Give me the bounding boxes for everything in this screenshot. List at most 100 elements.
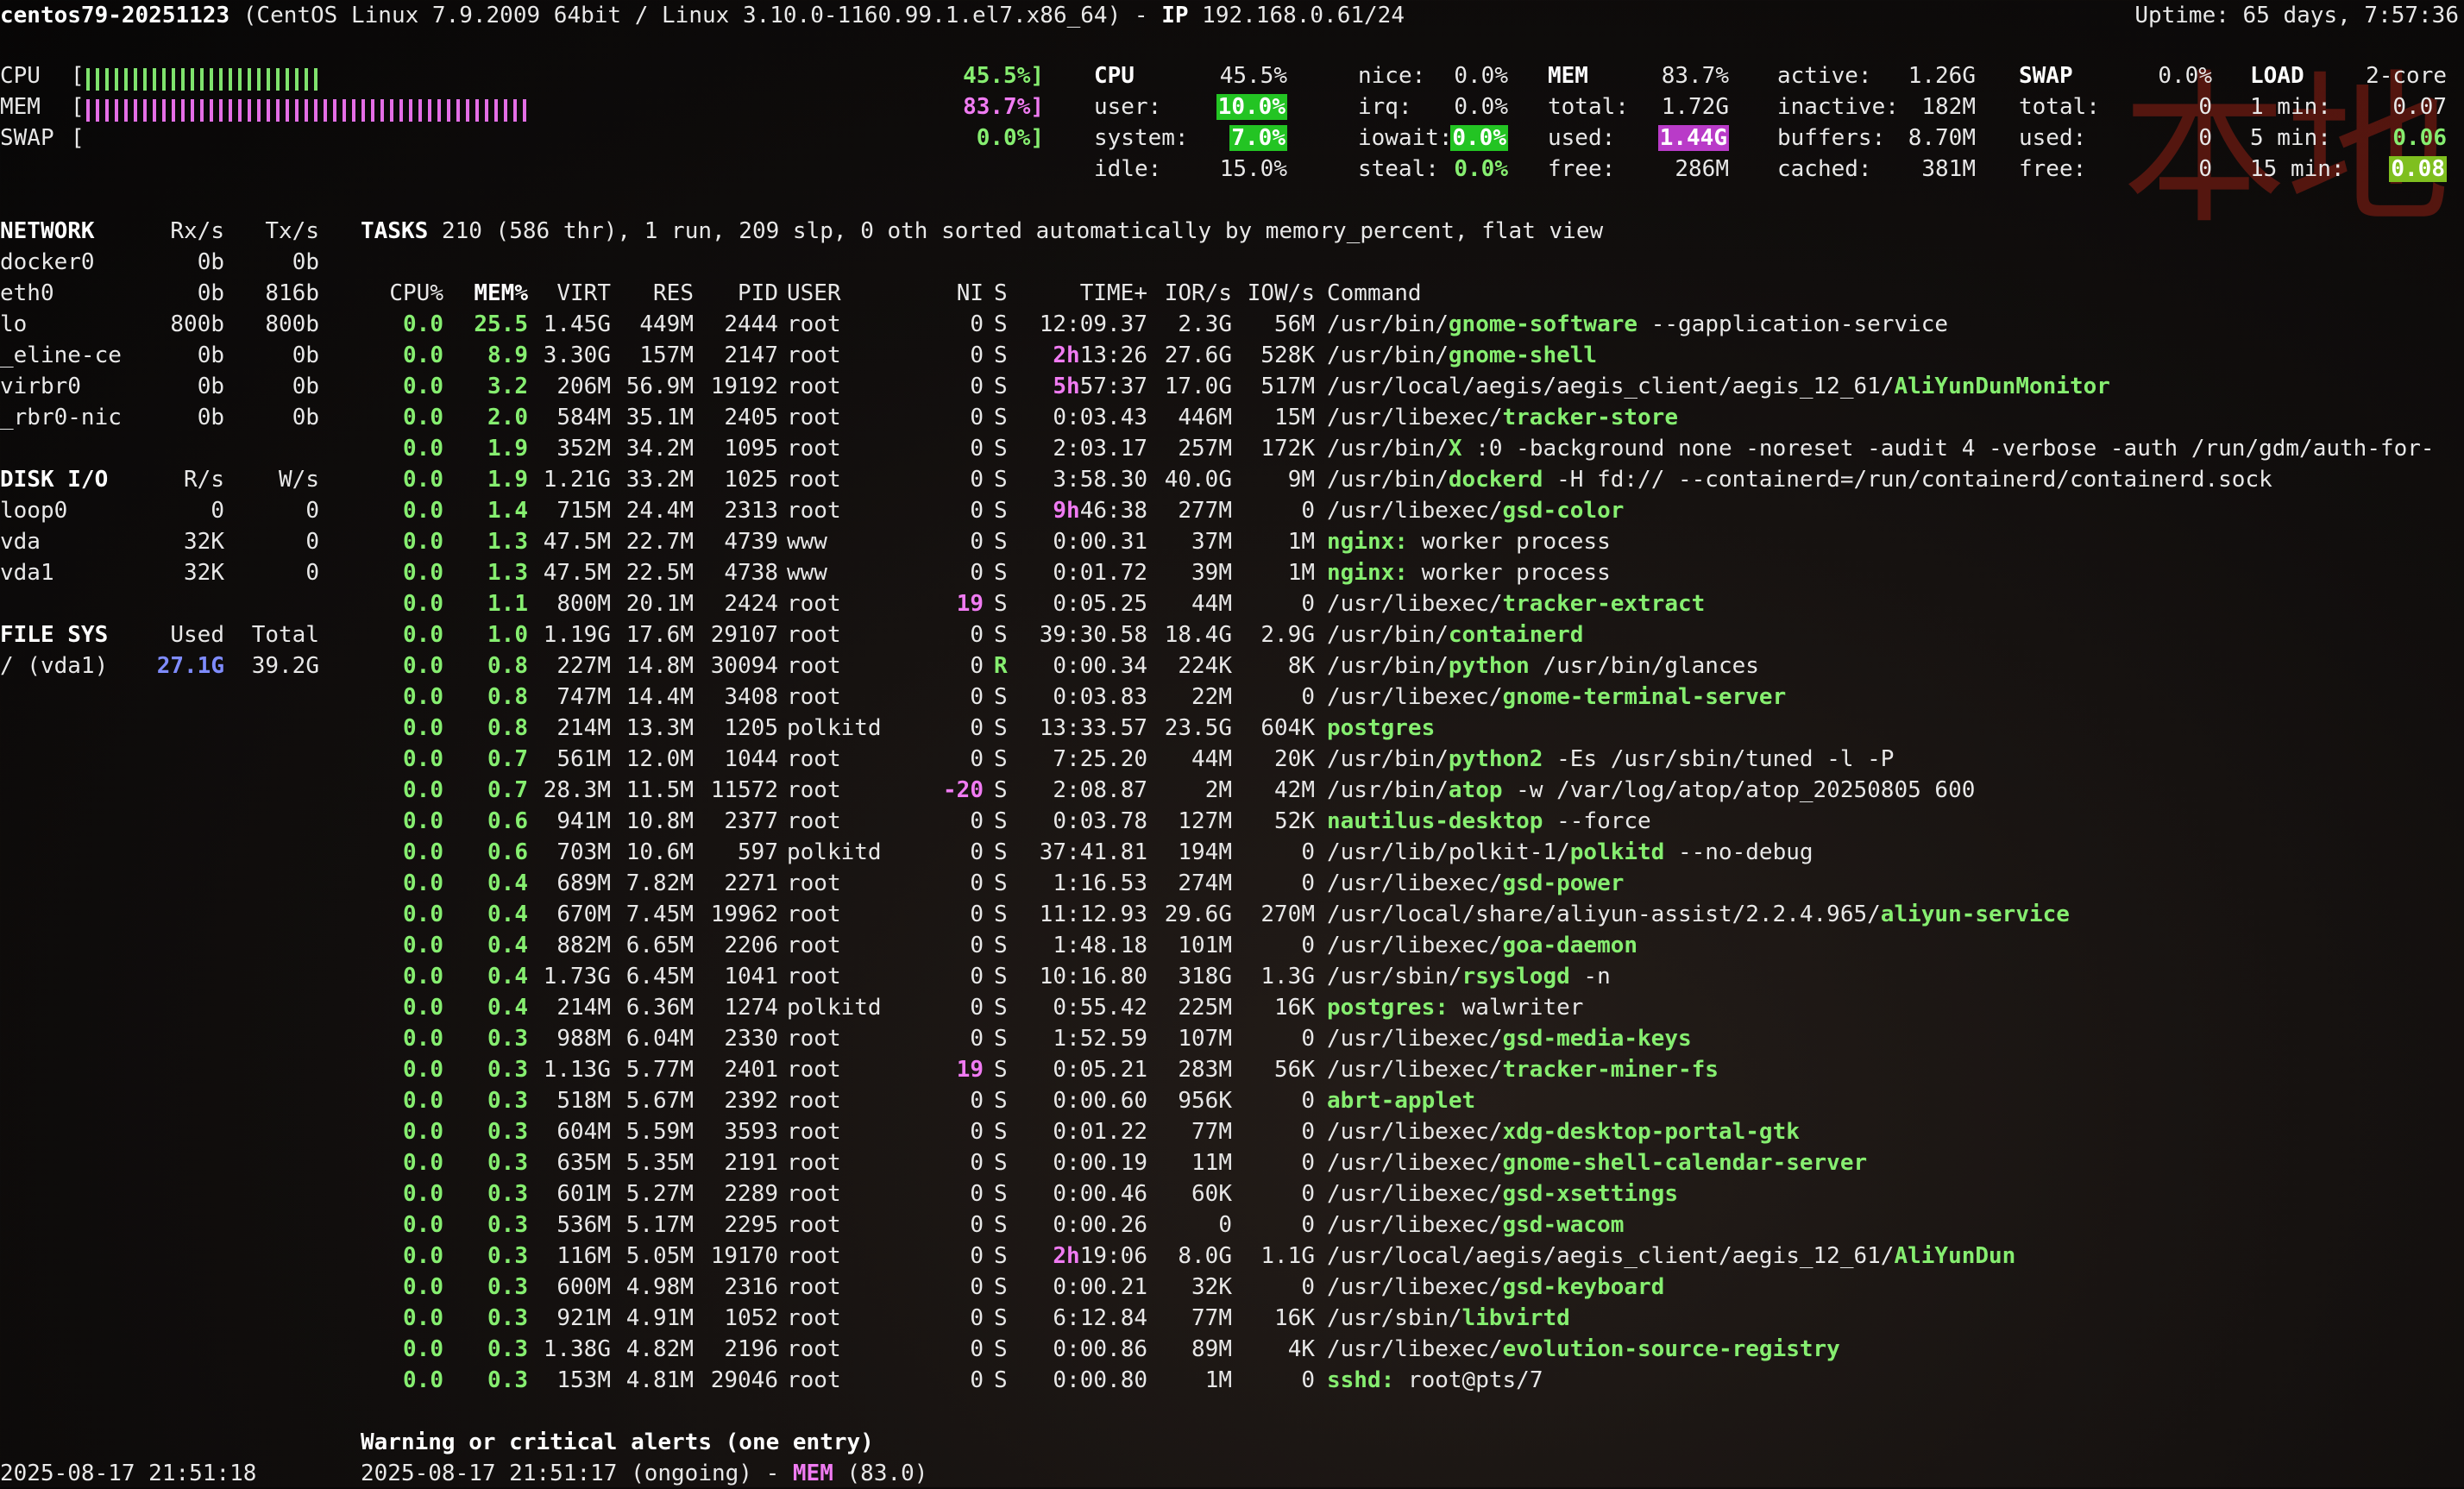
- process-ni: 0: [970, 808, 984, 834]
- process-row[interactable]: 0.0 1.9 352M 34.2M 1095 root 0 S 2:03.17 257M 172K…: [0, 433, 2464, 464]
- process-pid: 4739: [724, 529, 778, 555]
- process-row[interactable]: 0.0 0.3 988M 6.04M 2330 root 0 S 1:52.59 107M 0/us…: [0, 1023, 2464, 1054]
- process-s: S: [994, 1026, 1008, 1052]
- process-row[interactable]: 0.0 2.0 584M 35.1M 2405 root 0 S 0:03.43 446M 15M /…: [0, 402, 2464, 433]
- process-s: S: [994, 622, 1008, 648]
- process-mem: 0.8: [487, 715, 528, 741]
- process-row[interactable]: 0.0 0.4 1.73G 6.45M 1041 root 0 S 10:16.80 318G 1.…: [0, 961, 2464, 992]
- column-header-time[interactable]: TIME+: [1027, 278, 1147, 309]
- process-row[interactable]: 0.0 0.3 1.38G 4.82M 2196 root 0 S 0:00.86 89M 4K/u…: [0, 1334, 2464, 1365]
- process-s: S: [994, 777, 1008, 803]
- column-header-user[interactable]: USER: [787, 278, 916, 309]
- process-row[interactable]: 0.0 8.9 3.30G 157M 2147 root 0 S 2h13:26 27.6G 528…: [0, 340, 2464, 371]
- column-header-cmd[interactable]: Command: [1327, 278, 1422, 309]
- command-args: --force: [1543, 808, 1651, 834]
- process-mem: 8.9: [487, 342, 528, 368]
- process-row[interactable]: 0.0 1.4 715M 24.4M 2313 root 0 S 9h46:38 277M 0/us…: [0, 495, 2464, 526]
- process-row[interactable]: 0.0 0.4 882M 6.65M 2206 root 0 S 1:48.18 101M 0/us…: [0, 930, 2464, 961]
- process-row[interactable]: 0.0 0.4 214M 6.36M 1274 polkitd 0 S 0:55.42 225M 1…: [0, 992, 2464, 1023]
- column-header-cpu[interactable]: CPU%: [361, 278, 443, 309]
- process-res: 12.0M: [625, 746, 694, 772]
- process-row[interactable]: 0.0 1.3 47.5M 22.5M 4738 www 0 S 0:01.72 39M 1M ngi…: [0, 557, 2464, 588]
- column-header-ni[interactable]: NI: [932, 278, 984, 309]
- process-row[interactable]: 0.0 0.3 536M 5.17M 2295 root 0 S 0:00.26 0 0/usr/l…: [0, 1209, 2464, 1241]
- process-iow: 0: [1301, 933, 1315, 958]
- process-row[interactable]: 0.0 0.3 600M 4.98M 2316 root 0 S 0:00.21 32K 0/usr…: [0, 1272, 2464, 1303]
- process-command: /usr/local/share/aliyun-assist/2.2.4.965…: [1327, 899, 2070, 930]
- bar-tick: [257, 99, 261, 122]
- bar-tick: [124, 68, 128, 91]
- process-pid: 1274: [724, 995, 778, 1021]
- bar-tick: [134, 68, 137, 91]
- command-path: /usr/libexec/: [1327, 1119, 1503, 1145]
- command-name: evolution-source-registry: [1502, 1336, 1840, 1362]
- process-row[interactable]: 0.0 1.3 47.5M 22.7M 4739 www 0 S 0:00.31 37M 1M ngi…: [0, 526, 2464, 557]
- process-row[interactable]: 0.0 0.3 921M 4.91M 1052 root 0 S 6:12.84 77M 16K/u…: [0, 1303, 2464, 1334]
- process-row[interactable]: 0.0 3.2 206M 56.9M 19192 root 0 S 5h57:37 17.0G 51…: [0, 371, 2464, 402]
- process-s: S: [994, 311, 1008, 337]
- process-row[interactable]: 0.0 1.9 1.21G 33.2M 1025 root 0 S 3:58.30 40.0G 9M…: [0, 464, 2464, 495]
- tasks-label: TASKS: [361, 218, 429, 244]
- command-path: /usr/libexec/: [1327, 1336, 1503, 1362]
- process-res: 157M: [639, 342, 694, 368]
- process-s: S: [994, 591, 1008, 617]
- column-header-res[interactable]: RES: [614, 278, 694, 309]
- process-row[interactable]: 0.0 0.8 227M 14.8M 30094 root 0 R 0:00.34 224K 8K /…: [0, 650, 2464, 682]
- process-time: 3:58.30: [1027, 464, 1147, 495]
- process-row[interactable]: 0.0 0.4 689M 7.82M 2271 root 0 S 1:16.53 274M 0/us…: [0, 868, 2464, 899]
- process-row[interactable]: 0.0 0.3 116M 5.05M 19170 root 0 S 2h19:06 8.0G 1.1…: [0, 1241, 2464, 1272]
- column-header-pid[interactable]: PID: [697, 278, 778, 309]
- mem-cached-label: cached:: [1777, 156, 1872, 182]
- process-row[interactable]: 0.0 0.4 670M 7.45M 19962 root 0 S 11:12.93 29.6G 2…: [0, 899, 2464, 930]
- load-cores: 2-core: [2366, 63, 2447, 89]
- mem-usage-bar: [86, 99, 532, 122]
- column-header-mem[interactable]: MEM%: [447, 278, 528, 309]
- process-cpu: 0.0: [403, 1243, 443, 1269]
- process-ni: 0: [970, 560, 984, 586]
- process-row[interactable]: 0.0 0.3 1.13G 5.77M 2401 root 19 S 0:05.21 283M 56…: [0, 1054, 2464, 1085]
- process-command: nginx: worker process: [1327, 526, 1611, 557]
- process-row[interactable]: 0.0 0.3 635M 5.35M 2191 root 0 S 0:00.19 11M 0/usr…: [0, 1147, 2464, 1178]
- process-row[interactable]: 0.0 0.3 601M 5.27M 2289 root 0 S 0:00.46 60K 0/usr…: [0, 1178, 2464, 1209]
- process-virt: 227M: [556, 653, 611, 679]
- process-row[interactable]: 0.0 0.8 747M 14.4M 3408 root 0 S 0:03.83 22M 0/usr…: [0, 682, 2464, 713]
- bar-tick: [276, 99, 280, 122]
- command-name: gsd-media-keys: [1502, 1026, 1692, 1052]
- process-mem: 1.9: [487, 436, 528, 462]
- process-ior: 257M: [1178, 436, 1232, 462]
- process-row[interactable]: 0.0 0.3 518M 5.67M 2392 root 0 S 0:00.60 956K 0 abr…: [0, 1085, 2464, 1116]
- cpu-idle-value: 15.0%: [1219, 156, 1287, 182]
- column-header-ior[interactable]: IOR/s: [1151, 278, 1232, 309]
- column-header-s[interactable]: S: [994, 278, 1020, 309]
- process-row[interactable]: 0.0 0.6 703M 10.6M 597 polkitd 0 S 37:41.81 194M 0…: [0, 837, 2464, 868]
- uptime: Uptime: 65 days, 7:57:36: [2134, 3, 2459, 28]
- process-res: 4.91M: [625, 1305, 694, 1331]
- process-row[interactable]: 0.0 0.3 604M 5.59M 3593 root 0 S 0:01.22 77M 0/usr…: [0, 1116, 2464, 1147]
- bar-tick: [295, 68, 299, 91]
- process-row[interactable]: 0.0 25.5 1.45G 449M 2444 root 0 S 12:09.37 2.3G 56…: [0, 309, 2464, 340]
- process-row[interactable]: 0.0 0.6 941M 10.8M 2377 root 0 S 0:03.78 127M 52K n…: [0, 806, 2464, 837]
- column-header-iow[interactable]: IOW/s: [1235, 278, 1315, 309]
- process-pid: 2316: [724, 1274, 778, 1300]
- hostname: centos79-20251123: [0, 3, 230, 28]
- process-iow: 2.9G: [1260, 622, 1315, 648]
- process-row[interactable]: 0.0 0.7 561M 12.0M 1044 root 0 S 7:25.20 44M 20K/u…: [0, 744, 2464, 775]
- process-res: 24.4M: [625, 498, 694, 524]
- command-path: /usr/bin/: [1327, 746, 1449, 772]
- process-pid: 3408: [724, 684, 778, 710]
- process-user: root: [787, 1150, 841, 1176]
- bar-tick: [314, 99, 317, 122]
- process-row[interactable]: 0.0 0.8 214M 13.3M 1205 polkitd 0 S 13:33.57 23.5…: [0, 713, 2464, 744]
- alert-entry-suffix: (83.0): [833, 1461, 928, 1486]
- process-row[interactable]: 0.0 0.7 28.3M 11.5M 11572 root -20 S 2:08.87 2M 42…: [0, 775, 2464, 806]
- process-res: 33.2M: [625, 467, 694, 493]
- command-path: /usr/libexec/: [1327, 870, 1503, 896]
- bar-tick: [513, 99, 517, 122]
- process-ior: 11M: [1191, 1150, 1232, 1176]
- process-ni: -20: [943, 777, 984, 803]
- process-row[interactable]: 0.0 1.1 800M 20.1M 2424 root 19 S 0:05.25 44M 0/us…: [0, 588, 2464, 619]
- process-row[interactable]: 0.0 0.3 153M 4.81M 29046 root 0 S 0:00.80 1M 0 sshd…: [0, 1365, 2464, 1396]
- column-header-virt[interactable]: VIRT: [531, 278, 611, 309]
- process-row[interactable]: 0.0 1.0 1.19G 17.6M 29107 root 0 S 39:30.58 18.4G…: [0, 619, 2464, 650]
- command-name: atop: [1448, 777, 1503, 803]
